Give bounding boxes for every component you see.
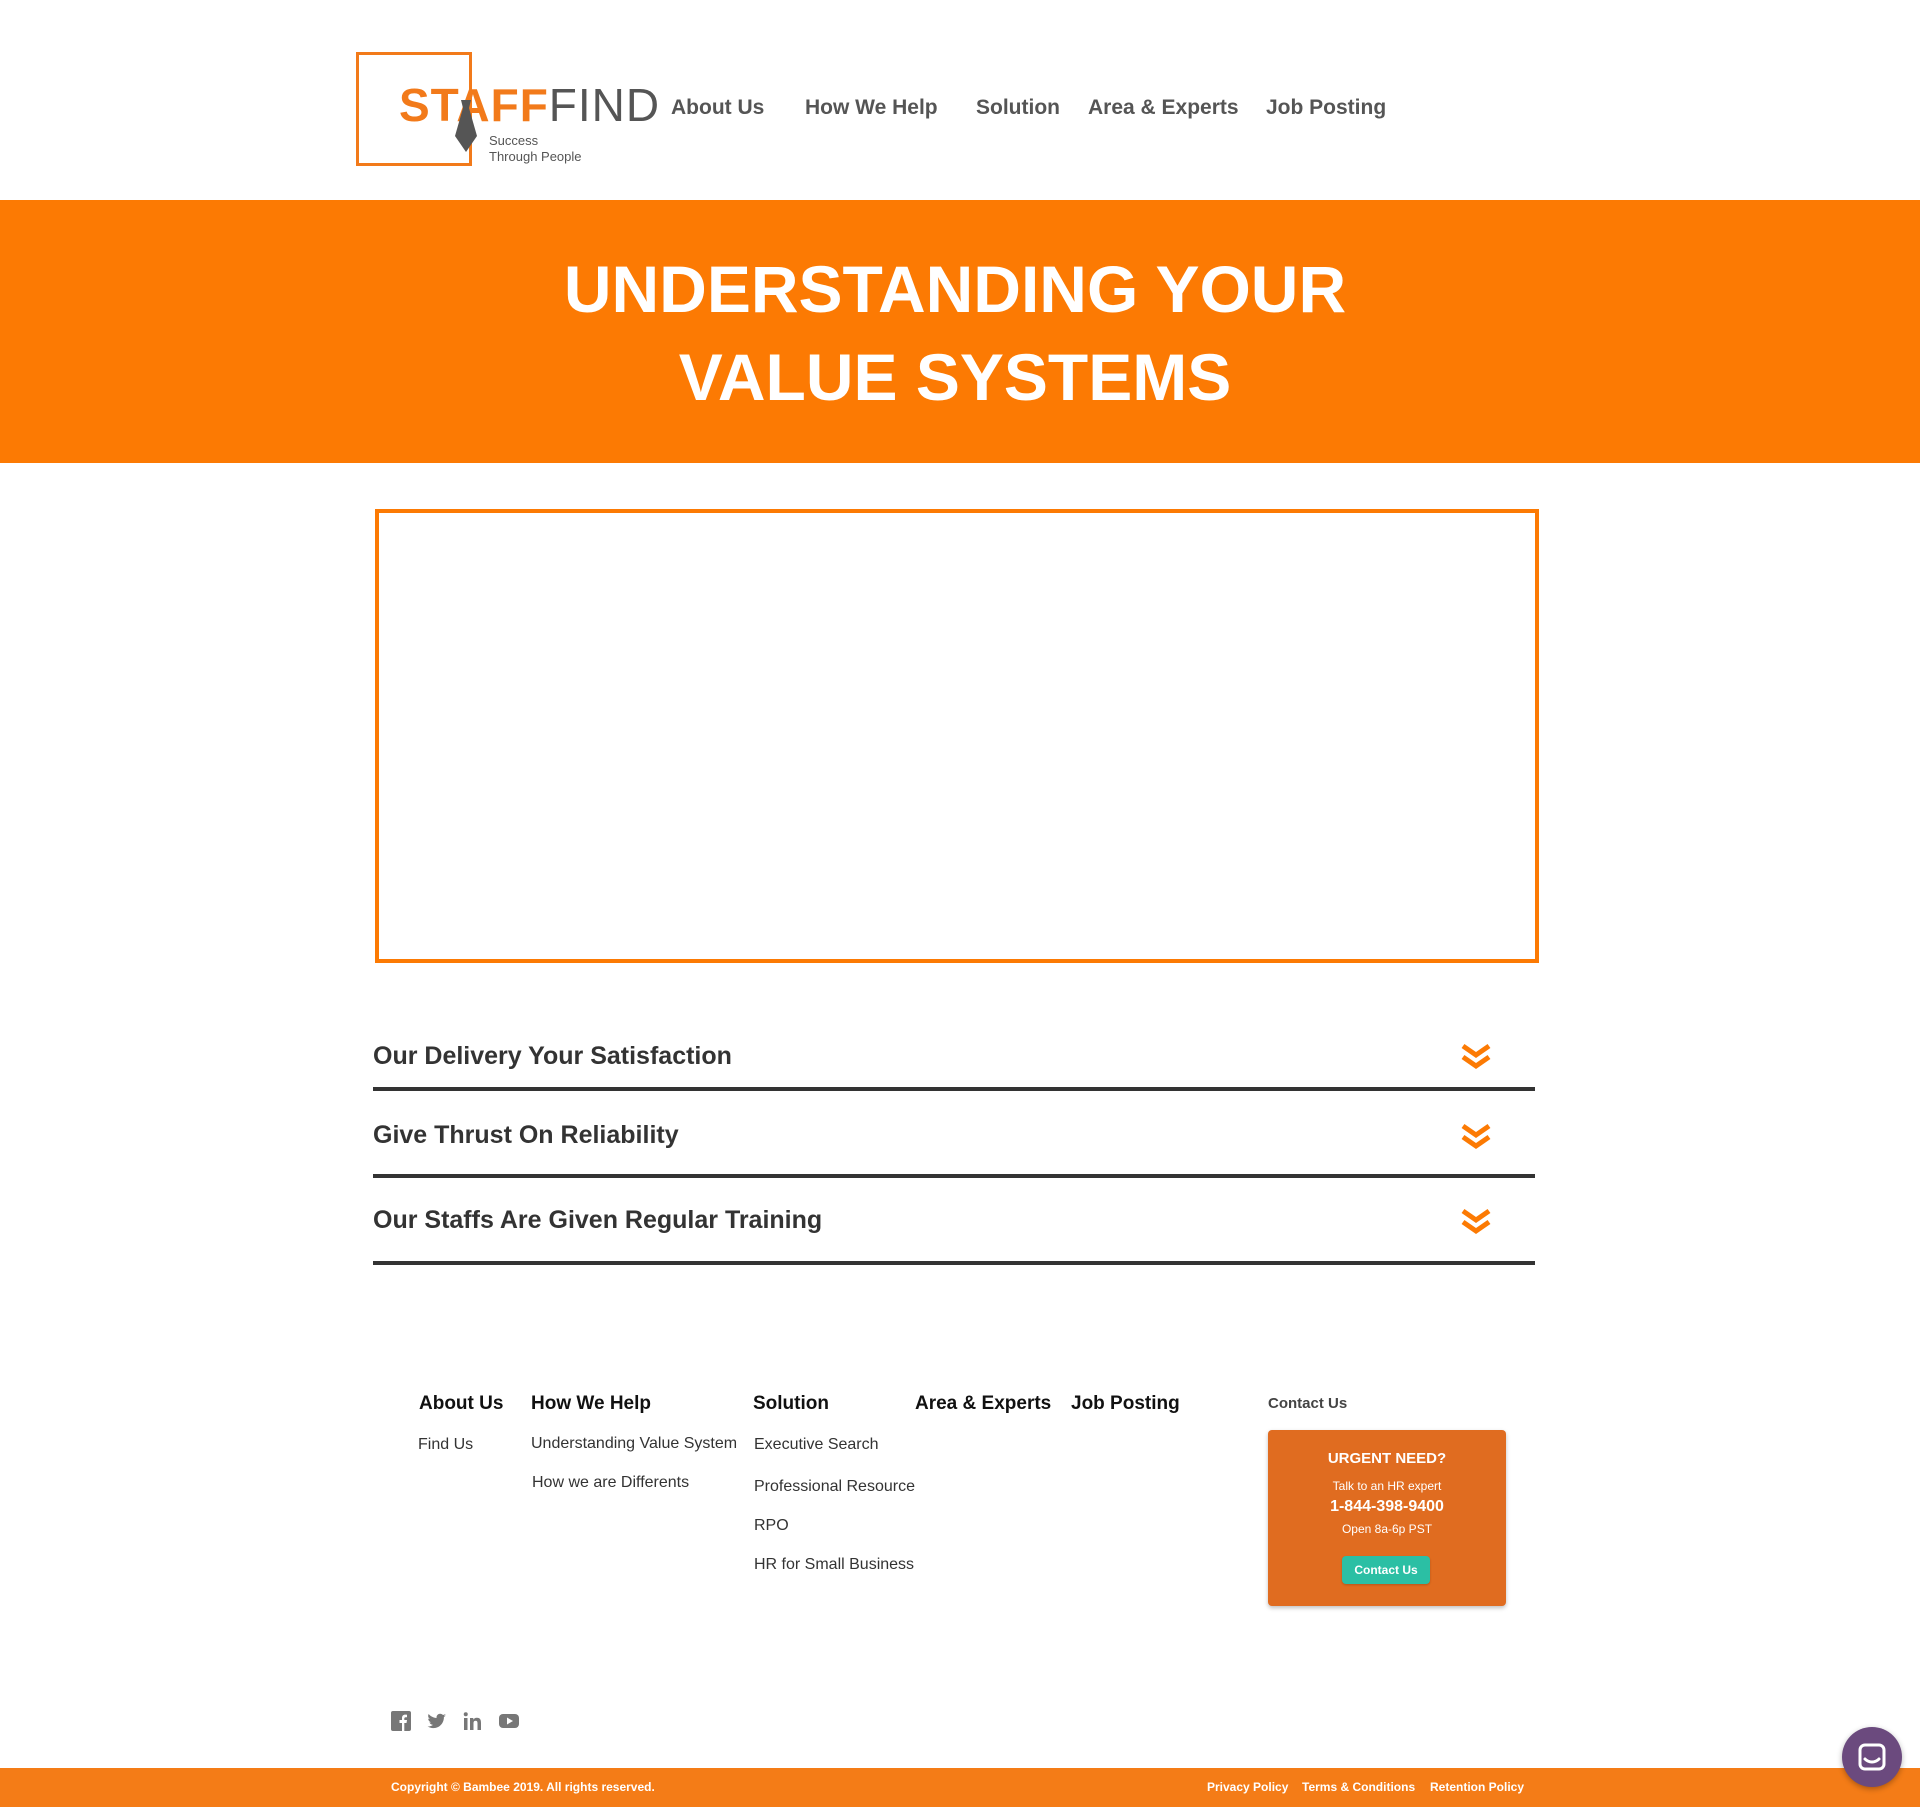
accordion-divider (373, 1174, 1535, 1178)
logo-tagline-line-1: Success (489, 133, 539, 148)
footer-link-hr-for-small-business[interactable]: HR for Small Business (754, 1556, 914, 1574)
urgent-phone[interactable]: 1-844-398-9400 (1268, 1498, 1506, 1516)
double-chevron-down-icon[interactable] (1461, 1208, 1491, 1236)
logo-tagline: Success Through People (489, 133, 582, 165)
double-chevron-down-icon[interactable] (1461, 1043, 1491, 1071)
twitter-icon[interactable] (426, 1710, 448, 1732)
urgent-subtitle: Talk to an HR expert (1332, 1479, 1442, 1493)
footer-heading-area-experts[interactable]: Area & Experts (915, 1393, 1051, 1415)
footer-heading-job-posting[interactable]: Job Posting (1071, 1393, 1180, 1415)
terms-conditions-link[interactable]: Terms & Conditions (1302, 1780, 1415, 1794)
linkedin-icon[interactable] (462, 1710, 484, 1732)
footer-link-find-us[interactable]: Find Us (418, 1436, 473, 1454)
accordion-title[interactable]: Our Delivery Your Satisfaction (373, 1042, 732, 1071)
footer-link-how-we-are-differents[interactable]: How we are Differents (532, 1474, 689, 1492)
page-title-line-2: VALUE SYSTEMS (678, 340, 1232, 414)
footer-heading-about-us[interactable]: About Us (419, 1393, 503, 1415)
retention-policy-link[interactable]: Retention Policy (1430, 1780, 1524, 1794)
accordion-divider (373, 1087, 1535, 1091)
contact-us-button[interactable]: Contact Us (1342, 1556, 1430, 1584)
staffind-logo[interactable]: STAFFFIND Success Through People (353, 50, 659, 166)
logo-tagline-line-2: Through People (489, 149, 582, 164)
nav-solution[interactable]: Solution (976, 96, 1060, 120)
nav-about-us[interactable]: About Us (671, 96, 764, 120)
youtube-icon[interactable] (498, 1710, 520, 1732)
site-header: STAFFFIND Success Through People About U… (0, 0, 1920, 200)
chat-launcher-button[interactable] (1842, 1727, 1902, 1787)
accordion-title[interactable]: Give Thrust On Reliability (373, 1121, 679, 1150)
nav-job-posting[interactable]: Job Posting (1266, 96, 1386, 120)
hero-banner: UNDERSTANDING YOUR VALUE SYSTEMS (0, 200, 1920, 463)
footer-heading-solution[interactable]: Solution (753, 1393, 829, 1415)
footer-link-understanding-value-system[interactable]: Understanding Value System (531, 1435, 737, 1453)
footer-contact-label[interactable]: Contact Us (1268, 1395, 1347, 1412)
facebook-icon[interactable] (390, 1710, 412, 1732)
media-frame[interactable] (375, 509, 1539, 963)
footer-link-executive-search[interactable]: Executive Search (754, 1436, 879, 1454)
accordion-divider (373, 1261, 1535, 1265)
nav-how-we-help[interactable]: How We Help (805, 96, 938, 120)
copyright-text: Copyright © Bambee 2019. All rights rese… (391, 1780, 655, 1794)
footer-link-professional-resource[interactable]: Professional Resource (754, 1478, 915, 1496)
bottom-bar: Copyright © Bambee 2019. All rights rese… (0, 1768, 1920, 1807)
double-chevron-down-icon[interactable] (1461, 1123, 1491, 1151)
logo-f-text: F (519, 79, 549, 131)
urgent-title: URGENT NEED? (1327, 1450, 1447, 1467)
necktie-icon (455, 100, 477, 152)
urgent-need-card: URGENT NEED? Talk to an HR expert 1-844-… (1268, 1430, 1506, 1606)
footer-link-rpo[interactable]: RPO (754, 1517, 789, 1535)
logo-wordmark: STAFFFIND (399, 82, 660, 128)
chat-icon (1858, 1743, 1886, 1771)
page-title-line-1: UNDERSTANDING YOUR (563, 252, 1347, 326)
footer-heading-how-we-help[interactable]: How We Help (531, 1393, 651, 1415)
logo-find-text: FIND (548, 79, 661, 131)
privacy-policy-link[interactable]: Privacy Policy (1207, 1780, 1288, 1794)
nav-area-experts[interactable]: Area & Experts (1088, 96, 1239, 120)
urgent-hours: Open 8a-6p PST (1341, 1522, 1433, 1536)
accordion-title[interactable]: Our Staffs Are Given Regular Training (373, 1206, 822, 1235)
page-title: UNDERSTANDING YOUR VALUE SYSTEMS (0, 245, 1910, 421)
